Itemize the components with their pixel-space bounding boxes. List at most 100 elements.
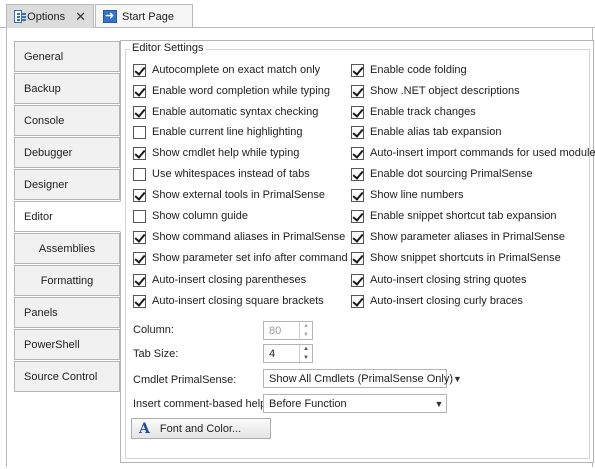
checkbox-label: Autocomplete on exact match only	[152, 64, 321, 76]
checkbox-box[interactable]	[351, 209, 364, 223]
tab-size-label: Tab Size:	[133, 348, 179, 360]
sidebar-item-general[interactable]: General	[14, 41, 120, 72]
tab-start-page-label: Start Page	[122, 10, 174, 23]
checkbox-box[interactable]	[133, 105, 146, 119]
checkbox-box[interactable]	[133, 63, 146, 77]
checkbox-option[interactable]: Show parameter aliases in PrimalSense	[351, 229, 565, 245]
checkbox-option[interactable]: Enable alias tab expansion	[351, 124, 501, 140]
start-page-icon	[103, 9, 117, 23]
comment-help-value: Before Function	[269, 397, 347, 410]
chevron-down-icon: ▼	[453, 373, 462, 384]
cmdlet-primalsense-select[interactable]: Show All Cmdlets (PrimalSense Only) ▼	[263, 369, 462, 388]
checkbox-option[interactable]: Enable dot sourcing PrimalSense	[351, 166, 533, 182]
close-icon[interactable]: ✕	[75, 9, 86, 25]
chevron-down-icon: ▼	[434, 398, 444, 409]
checkbox-box[interactable]	[351, 273, 364, 287]
sidebar-item-powershell[interactable]: PowerShell	[14, 329, 120, 360]
sidebar-item-source-control[interactable]: Source Control	[14, 361, 120, 392]
checkbox-box[interactable]	[133, 125, 146, 139]
checkbox-label: Enable dot sourcing PrimalSense	[370, 168, 533, 180]
options-icon	[14, 10, 27, 23]
checkbox-label: Auto-insert closing square brackets	[152, 295, 324, 307]
checkbox-box[interactable]	[351, 146, 364, 160]
checkbox-option[interactable]: Auto-insert closing parentheses	[133, 272, 306, 288]
checkbox-box[interactable]	[351, 84, 364, 98]
font-and-color-button[interactable]: A Font and Color...	[131, 418, 271, 439]
column-label: Column:	[133, 324, 174, 336]
sidebar-item-designer[interactable]: Designer	[14, 169, 120, 200]
checkbox-box[interactable]	[133, 209, 146, 223]
checkbox-option[interactable]: Enable code folding	[351, 62, 467, 78]
checkbox-option[interactable]: Enable current line highlighting	[133, 124, 302, 140]
checkbox-label: Show .NET object descriptions	[370, 85, 520, 97]
font-icon: A	[139, 420, 150, 437]
comment-help-select[interactable]: Before Function ▼	[263, 394, 447, 413]
stepper-up-icon[interactable]: ▲	[300, 345, 312, 354]
tab-options-label: Options	[27, 10, 66, 23]
checkbox-label: Use whitespaces instead of tabs	[152, 168, 310, 180]
checkbox-option[interactable]: Show line numbers	[351, 187, 464, 203]
sidebar-item-backup[interactable]: Backup	[14, 73, 120, 104]
checkbox-box[interactable]	[351, 230, 364, 244]
checkbox-option[interactable]: Show .NET object descriptions	[351, 83, 520, 99]
sidebar-item-assemblies[interactable]: Assemblies	[14, 233, 120, 264]
checkbox-box[interactable]	[351, 167, 364, 181]
sidebar-item-panels[interactable]: Panels	[14, 297, 120, 328]
tab-options[interactable]: Options ✕	[6, 4, 94, 28]
checkbox-box[interactable]	[133, 230, 146, 244]
column-stepper: 80 ▲ ▼	[263, 321, 313, 340]
checkbox-label: Auto-insert closing parentheses	[152, 274, 307, 286]
checkbox-label: Show parameter aliases in PrimalSense	[370, 231, 566, 243]
font-and-color-label: Font and Color...	[159, 422, 242, 435]
tab-size-stepper[interactable]: 4 ▲ ▼	[263, 344, 313, 363]
checkbox-option[interactable]: Show external tools in PrimalSense	[133, 187, 325, 203]
checkbox-box[interactable]	[133, 251, 146, 265]
checkbox-option[interactable]: Autocomplete on exact match only	[133, 62, 320, 78]
checkbox-option[interactable]: Show column guide	[133, 208, 248, 224]
checkbox-option[interactable]: Show snippet shortcuts in PrimalSense	[351, 250, 561, 266]
sidebar-item-editor[interactable]: Editor	[14, 201, 121, 232]
sidebar-item-debugger[interactable]: Debugger	[14, 137, 120, 168]
checkbox-option[interactable]: Enable word completion while typing	[133, 83, 330, 99]
stepper-down-icon: ▼	[303, 331, 309, 338]
sidebar-item-formatting[interactable]: Formatting	[14, 265, 120, 296]
checkbox-box[interactable]	[133, 167, 146, 181]
checkbox-option[interactable]: Auto-insert closing square brackets	[133, 293, 324, 309]
checkbox-box[interactable]	[133, 84, 146, 98]
checkbox-option[interactable]: Auto-insert import commands for used mod…	[351, 145, 595, 161]
checkbox-option[interactable]: Auto-insert closing curly braces	[351, 293, 523, 309]
checkbox-option[interactable]: Use whitespaces instead of tabs	[133, 166, 310, 182]
checkbox-option[interactable]: Auto-insert closing string quotes	[351, 272, 527, 288]
checkbox-label: Enable automatic syntax checking	[152, 106, 319, 118]
checkbox-box[interactable]	[133, 188, 146, 202]
checkbox-label: Enable word completion while typing	[152, 85, 330, 97]
checkbox-box[interactable]	[133, 294, 146, 308]
cmdlet-primalsense-label: Cmdlet PrimalSense:	[133, 374, 237, 386]
checkbox-box[interactable]	[351, 63, 364, 77]
checkbox-option[interactable]: Enable track changes	[351, 104, 476, 120]
stepper-down-icon[interactable]: ▼	[300, 354, 312, 363]
checkbox-label: Enable current line highlighting	[152, 126, 303, 138]
checkbox-label: Enable track changes	[370, 106, 476, 118]
checkbox-box[interactable]	[351, 125, 364, 139]
checkbox-option[interactable]: Show cmdlet help while typing	[133, 145, 299, 161]
tab-start-page[interactable]: Start Page	[95, 4, 193, 28]
checkbox-option[interactable]: Show parameter set info after command	[133, 250, 348, 266]
checkbox-box[interactable]	[351, 251, 364, 265]
checkbox-option[interactable]: Enable automatic syntax checking	[133, 104, 318, 120]
sidebar-item-console[interactable]: Console	[14, 105, 120, 136]
checkbox-box[interactable]	[351, 294, 364, 308]
checkbox-option[interactable]: Enable snippet shortcut tab expansion	[351, 208, 557, 224]
checkbox-box[interactable]	[133, 273, 146, 287]
tab-bar: Options ✕ Start Page	[0, 0, 595, 28]
checkbox-box[interactable]	[351, 105, 364, 119]
tab-size-value[interactable]: 4	[264, 348, 299, 360]
cmdlet-primalsense-value: Show All Cmdlets (PrimalSense Only)	[269, 372, 454, 385]
checkbox-label: Show command aliases in PrimalSense	[152, 231, 346, 243]
checkbox-label: Enable alias tab expansion	[370, 126, 502, 138]
checkbox-box[interactable]	[133, 146, 146, 160]
checkbox-option[interactable]: Show command aliases in PrimalSense	[133, 229, 345, 245]
checkbox-box[interactable]	[351, 188, 364, 202]
checkbox-label: Show external tools in PrimalSense	[152, 189, 326, 201]
group-title: Editor Settings	[130, 42, 206, 54]
